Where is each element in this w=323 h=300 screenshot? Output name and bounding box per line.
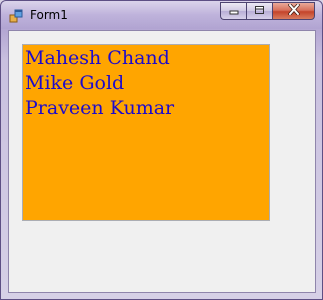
maximize-icon bbox=[254, 2, 265, 20]
minimize-icon bbox=[229, 2, 239, 20]
form-client-area: Mahesh Chand Mike Gold Praveen Kumar bbox=[8, 30, 316, 293]
maximize-button[interactable] bbox=[246, 2, 272, 20]
names-listbox[interactable]: Mahesh Chand Mike Gold Praveen Kumar bbox=[22, 44, 270, 221]
minimize-button[interactable] bbox=[220, 2, 246, 20]
title-bar[interactable]: Form1 bbox=[1, 1, 322, 29]
form-app-icon bbox=[9, 9, 23, 23]
caption-buttons bbox=[220, 2, 315, 21]
form-window: Form1 Mahesh Chand Mike Gold Praveen Kum… bbox=[0, 0, 323, 300]
list-item[interactable]: Mike Gold bbox=[25, 71, 269, 96]
window-title: Form1 bbox=[30, 8, 68, 22]
list-item[interactable]: Praveen Kumar bbox=[25, 96, 269, 121]
list-item[interactable]: Mahesh Chand bbox=[25, 46, 269, 71]
close-icon bbox=[287, 2, 300, 20]
close-button[interactable] bbox=[272, 2, 315, 20]
